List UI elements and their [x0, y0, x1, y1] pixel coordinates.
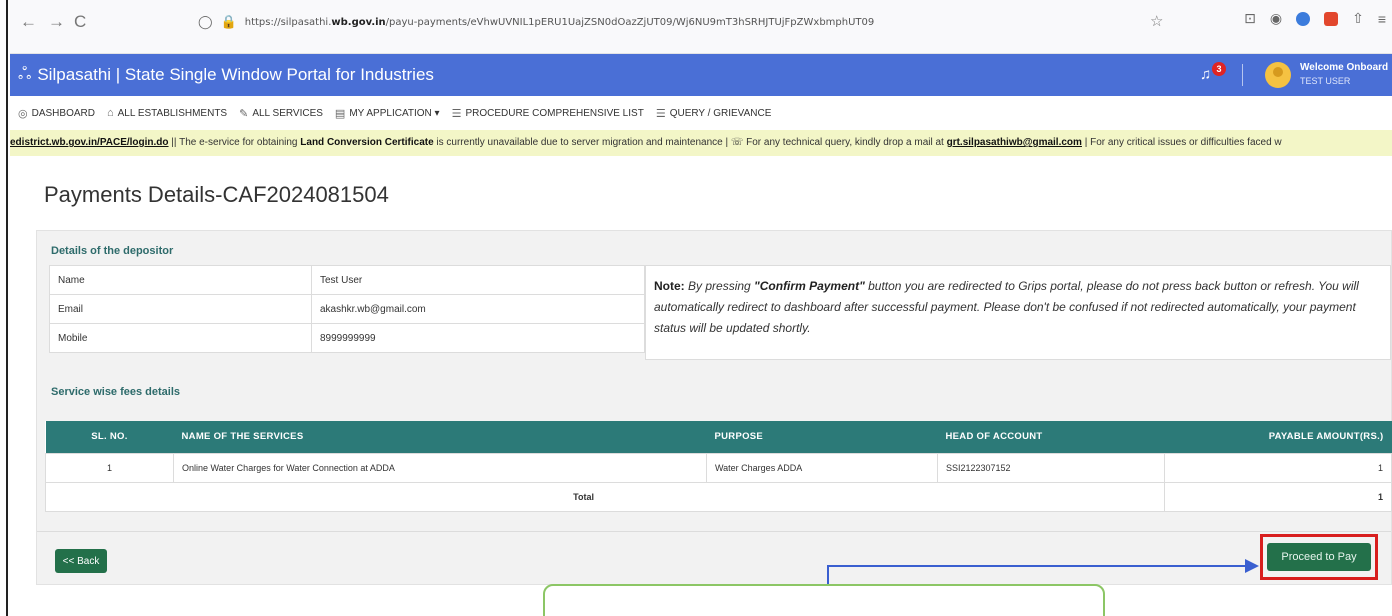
user-name: TEST USER	[1300, 76, 1351, 86]
total-row: Total 1	[45, 481, 1392, 512]
payment-card: Details of the depositor Name Test User …	[36, 230, 1392, 585]
notice-text-2: is currently unavailable due to server m…	[433, 137, 947, 148]
nav-dashboard-label: DASHBOARD	[31, 107, 95, 119]
nav-query-grievance[interactable]: ☰ QUERY / GRIEVANCE	[656, 107, 772, 120]
depositor-table: Name Test User Email akashkr.wb@gmail.co…	[49, 265, 645, 353]
depositor-section-title: Details of the depositor	[51, 245, 174, 257]
portal-logo-icon: ஃ	[18, 64, 32, 83]
list-icon: ☰	[655, 107, 666, 120]
reload-icon[interactable]: C	[74, 12, 86, 32]
fees-section-title: Service wise fees details	[51, 386, 181, 398]
depositor-value: akashkr.wb@gmail.com	[311, 294, 645, 324]
url-text[interactable]: https://silpasathi.wb.gov.in/payu-paymen…	[245, 17, 875, 28]
bookmark-star-icon[interactable]: ☆	[1150, 12, 1163, 32]
building-icon: ⌂	[106, 107, 114, 119]
portal-title-text: Silpasathi | State Single Window Portal …	[37, 65, 434, 84]
lock-icon: 🔒	[220, 14, 237, 30]
edistrict-link[interactable]: edistrict.wb.gov.in/PACE/login.do	[10, 137, 169, 148]
nav-my-application-label: MY APPLICATION ▾	[349, 107, 440, 119]
table-header-row: SL. NO. NAME OF THE SERVICES PURPOSE HEA…	[45, 421, 1392, 453]
depositor-label: Mobile	[49, 323, 312, 353]
dashboard-icon: ◎	[18, 107, 28, 120]
col-header-head: HEAD OF ACCOUNT	[937, 421, 1165, 453]
annotation-callout-box	[543, 584, 1105, 616]
depositor-label: Email	[49, 294, 312, 324]
support-email-link[interactable]: grt.silpasathiwb@gmail.com	[947, 137, 1082, 148]
wrench-icon: ✎	[239, 107, 249, 120]
annotation-arrow-vertical	[827, 565, 829, 585]
nav-procedure-list[interactable]: ☰ PROCEDURE COMPREHENSIVE LIST	[452, 107, 644, 120]
card-footer-divider	[37, 531, 1391, 532]
annotation-arrow-head	[1245, 559, 1259, 573]
col-header-sl: SL. NO.	[45, 421, 174, 453]
cell-purpose: Water Charges ADDA	[706, 452, 938, 483]
share-icon[interactable]: ⇧	[1352, 10, 1364, 27]
note-confirm-payment: "Confirm Payment"	[754, 279, 865, 293]
portal-title[interactable]: ஃ Silpasathi | State Single Window Porta…	[18, 64, 434, 86]
back-button[interactable]: << Back	[55, 549, 107, 573]
browser-toolbar: ← → C ◯ 🔒 https://silpasathi.wb.gov.in/p…	[10, 0, 1392, 54]
page-title: Payments Details-CAF2024081504	[44, 182, 389, 207]
nav-procedure-list-label: PROCEDURE COMPREHENSIVE LIST	[465, 107, 644, 119]
notice-marquee: edistrict.wb.gov.in/PACE/login.do || The…	[10, 130, 1392, 156]
annotation-arrow-horizontal	[827, 565, 1247, 567]
welcome-text[interactable]: Welcome Onboard	[1300, 62, 1388, 73]
extension-orange-icon[interactable]	[1324, 11, 1339, 26]
document-icon: ▤	[334, 107, 346, 120]
notice-bold-service: Land Conversion Certificate	[300, 137, 434, 148]
address-bar[interactable]: ◯ 🔒 https://silpasathi.wb.gov.in/payu-pa…	[198, 10, 1178, 34]
nav-query-grievance-label: QUERY / GRIEVANCE	[669, 107, 772, 119]
table-row: Email akashkr.wb@gmail.com	[49, 294, 645, 324]
total-label: Total	[45, 481, 1165, 512]
nav-my-application[interactable]: ▤ MY APPLICATION ▾	[335, 107, 440, 120]
cell-head: SSI2122307152	[937, 452, 1165, 483]
portal-header: ஃ Silpasathi | State Single Window Porta…	[10, 54, 1392, 96]
cell-sl: 1	[45, 452, 174, 483]
browser-extensions: ⊡ ◉ ⇧ ≡	[1244, 10, 1386, 27]
fees-table: SL. NO. NAME OF THE SERVICES PURPOSE HEA…	[45, 421, 1392, 512]
back-arrow-icon[interactable]: ←	[20, 12, 37, 32]
user-avatar[interactable]	[1265, 62, 1291, 88]
col-header-service: NAME OF THE SERVICES	[173, 421, 707, 453]
table-row: Mobile 8999999999	[49, 323, 645, 353]
col-header-amount: PAYABLE AMOUNT(RS.)	[1164, 421, 1392, 453]
nav-all-establishments-label: ALL ESTABLISHMENTS	[117, 107, 228, 119]
note-label: Note:	[654, 279, 685, 293]
notice-text-3: | For any critical issues or difficultie…	[1081, 137, 1282, 148]
note-text-pre: By pressing	[684, 279, 755, 293]
list-icon: ☰	[451, 107, 462, 120]
depositor-label: Name	[49, 265, 312, 295]
payment-note: Note: By pressing "Confirm Payment" butt…	[645, 265, 1391, 360]
nav-all-services[interactable]: ✎ ALL SERVICES	[239, 107, 323, 120]
main-nav: ◎ DASHBOARD ⌂ ALL ESTABLISHMENTS ✎ ALL SERV…	[10, 96, 1392, 130]
table-row: Name Test User	[49, 265, 645, 295]
shield-icon: ◯	[198, 14, 213, 30]
header-divider	[1242, 64, 1243, 86]
forward-arrow-icon[interactable]: →	[48, 12, 65, 32]
notice-text-1: || The e-service for obtaining	[168, 137, 301, 148]
cell-service: Online Water Charges for Water Connectio…	[173, 452, 707, 483]
nav-all-establishments[interactable]: ⌂ ALL ESTABLISHMENTS	[107, 107, 227, 119]
depositor-value: 8999999999	[311, 323, 645, 353]
extension-blue-icon[interactable]	[1296, 11, 1311, 26]
account-icon[interactable]: ◉	[1270, 10, 1282, 27]
total-value: 1	[1164, 481, 1392, 512]
cell-amount: 1	[1164, 452, 1392, 483]
left-frame-line	[6, 0, 8, 616]
pocket-icon[interactable]: ⊡	[1244, 10, 1256, 27]
col-header-purpose: PURPOSE	[706, 421, 938, 453]
proceed-to-pay-button[interactable]: Proceed to Pay	[1267, 543, 1371, 571]
menu-icon[interactable]: ≡	[1378, 11, 1386, 27]
notification-badge: 3	[1212, 62, 1226, 76]
nav-dashboard[interactable]: ◎ DASHBOARD	[18, 107, 95, 120]
nav-all-services-label: ALL SERVICES	[252, 107, 323, 119]
depositor-value: Test User	[311, 265, 645, 295]
table-row: 1 Online Water Charges for Water Connect…	[45, 452, 1392, 483]
